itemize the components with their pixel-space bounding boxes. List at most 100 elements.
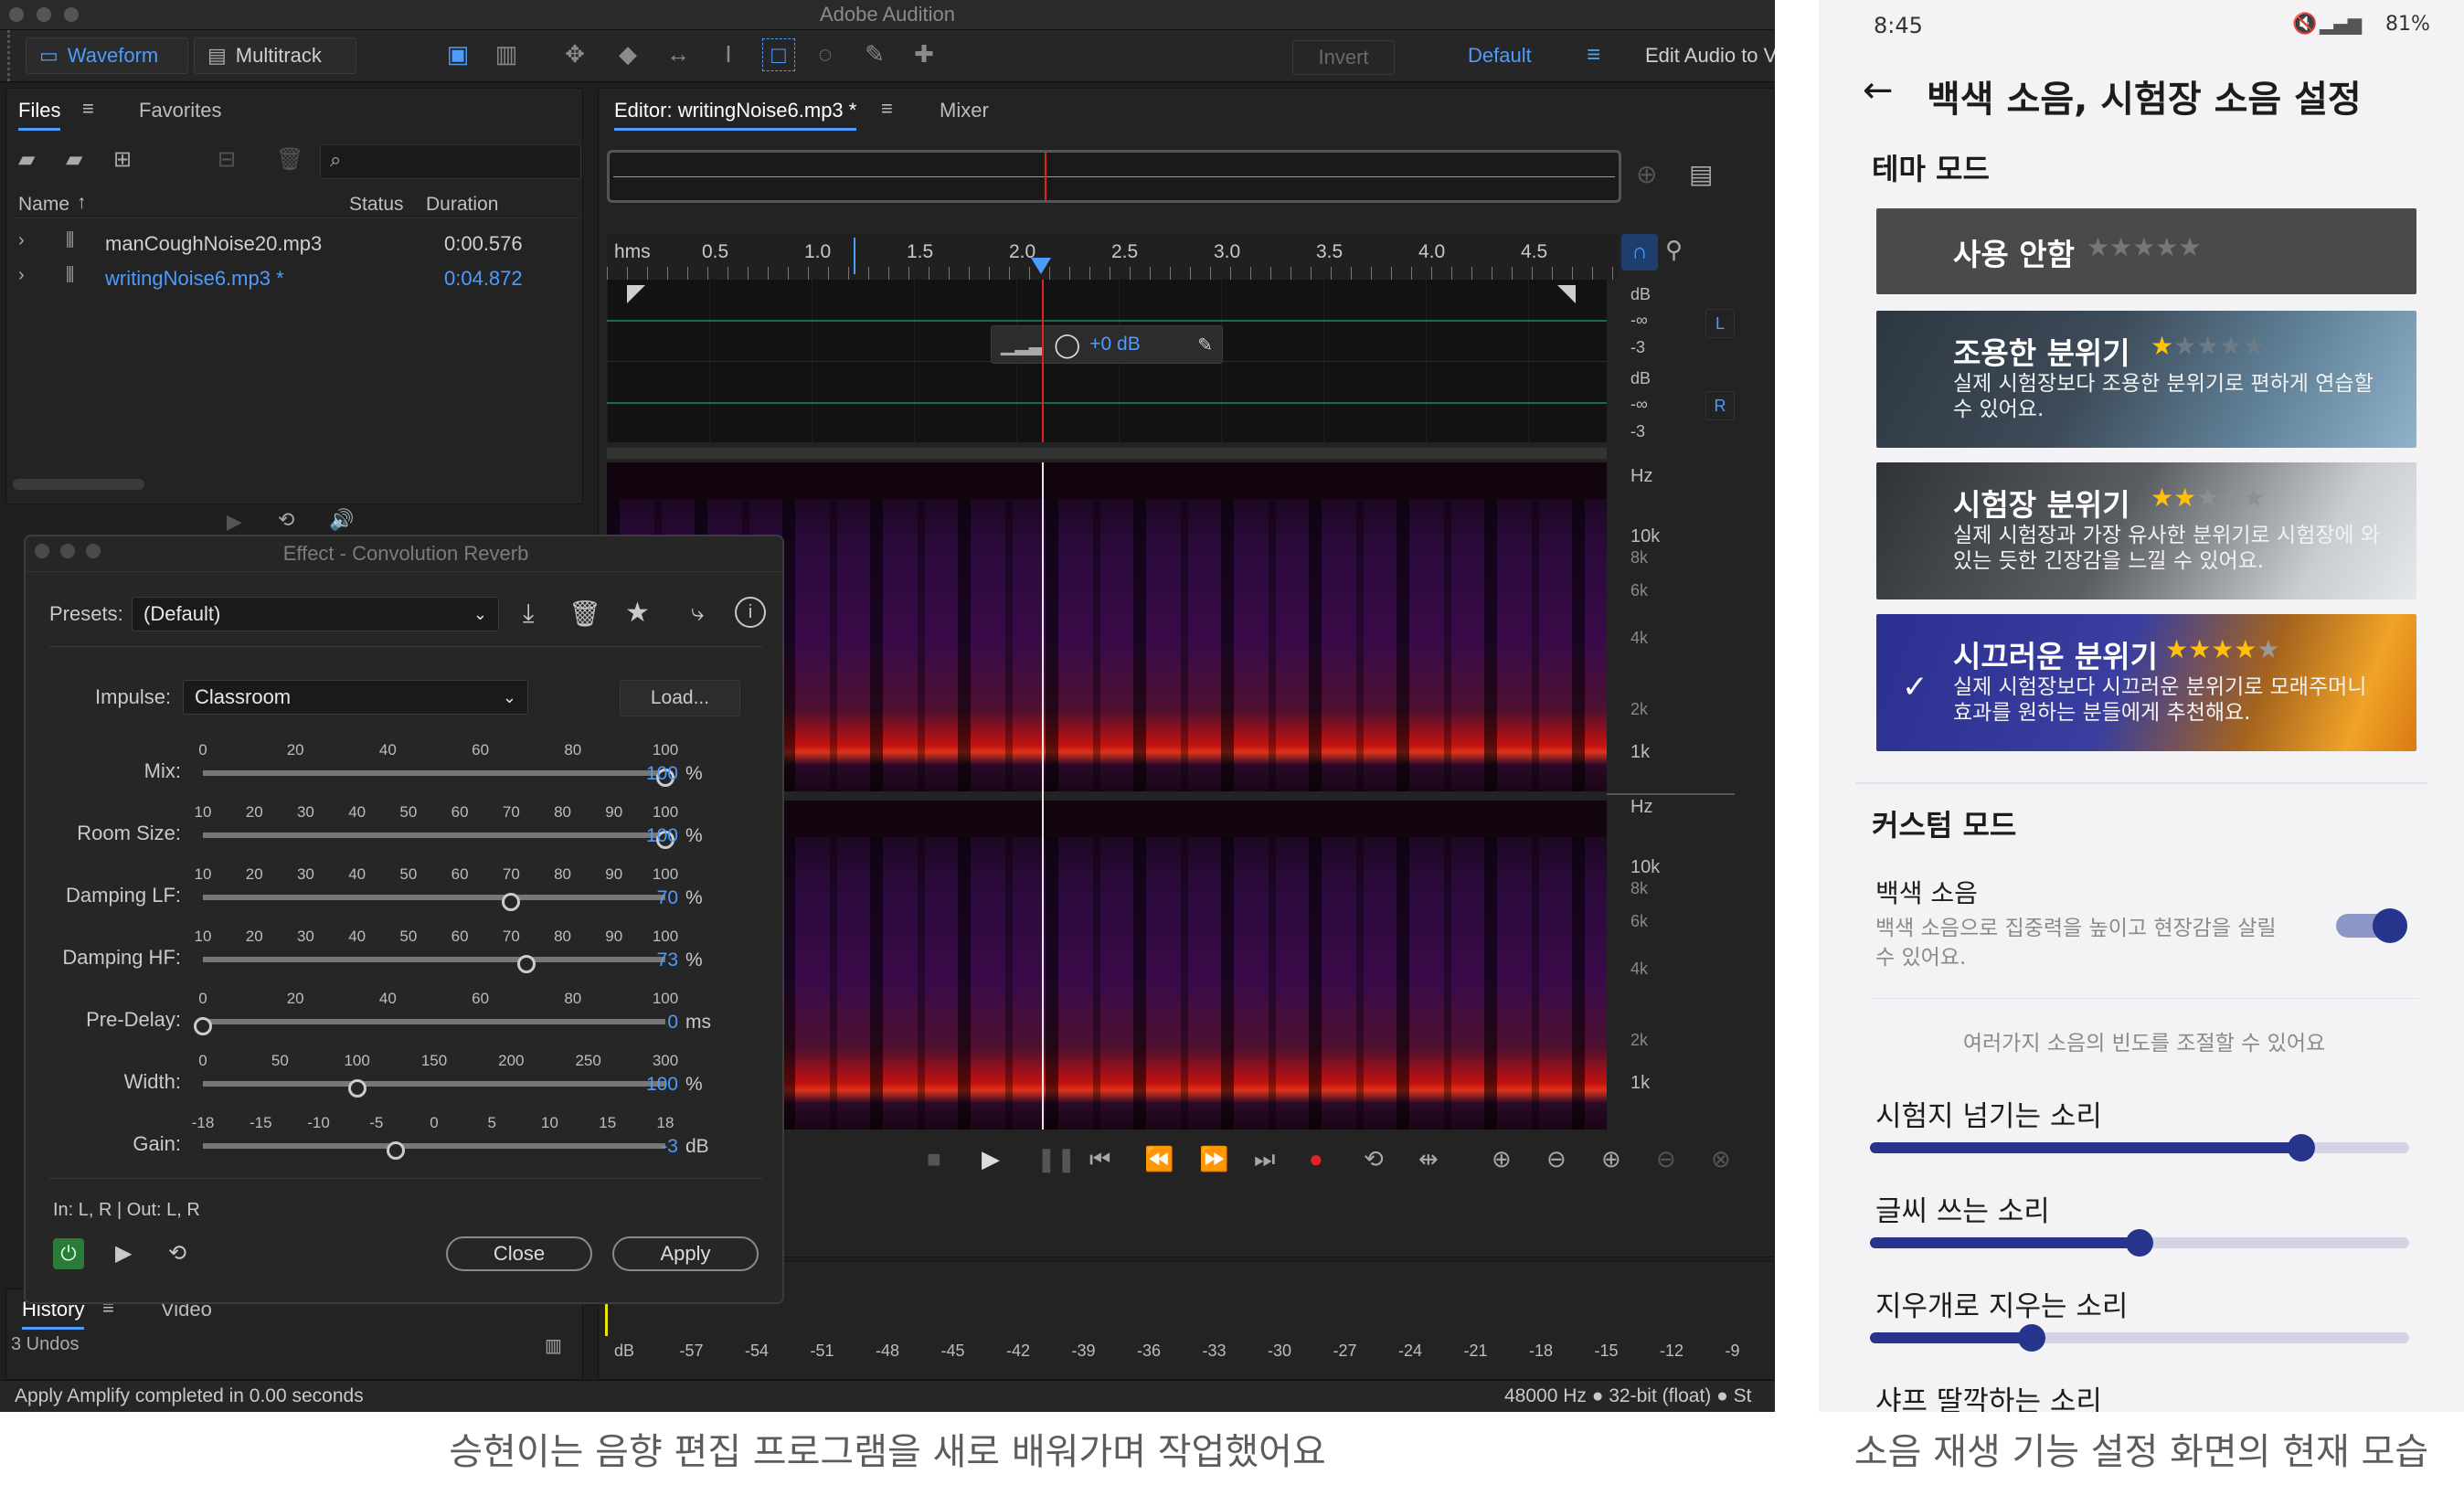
- slider-knob[interactable]: [347, 1079, 366, 1098]
- files-tab[interactable]: Files: [18, 99, 61, 131]
- waveform-display-icon[interactable]: ▣: [442, 38, 473, 69]
- playhead-marker[interactable]: [1031, 258, 1051, 274]
- waveform-view-button[interactable]: ▭ Waveform: [26, 37, 188, 74]
- sound-slider-knob[interactable]: [2288, 1134, 2315, 1161]
- slider-knob[interactable]: [517, 955, 536, 973]
- gain-knob-icon[interactable]: ◯: [1054, 331, 1080, 359]
- editor-tab[interactable]: Editor: writingNoise6.mp3 *: [614, 99, 857, 131]
- channel-l-toggle[interactable]: L: [1705, 309, 1735, 338]
- zoom-in-time-icon[interactable]: ⊕: [1601, 1145, 1621, 1173]
- gain-hud[interactable]: ▁▂▃ ◯ +0 dB ✎: [991, 325, 1223, 364]
- snap-magnet-icon[interactable]: ∩: [1621, 234, 1658, 270]
- insert-into-multitrack-icon[interactable]: ⊟: [218, 146, 236, 173]
- skip-to-end-icon[interactable]: ⏭: [1254, 1145, 1275, 1174]
- invert-button[interactable]: Invert: [1292, 40, 1395, 75]
- brush-tool-icon[interactable]: ✎: [859, 38, 890, 69]
- spot-healing-tool-icon[interactable]: ✚: [908, 38, 940, 69]
- slider-tick-label: 100: [344, 1052, 370, 1069]
- hz-label: 8k: [1630, 548, 1649, 567]
- param-value[interactable]: 70: [598, 887, 678, 909]
- param-value[interactable]: 100: [598, 825, 678, 847]
- delete-history-icon[interactable]: ▥: [545, 1334, 562, 1357]
- multitrack-view-button[interactable]: ▤ Multitrack: [194, 37, 356, 74]
- slider-track[interactable]: [203, 957, 665, 962]
- channel-r-toggle[interactable]: R: [1705, 391, 1735, 420]
- import-file-icon[interactable]: ▰: [66, 146, 82, 173]
- favorites-tab[interactable]: Favorites: [139, 99, 221, 122]
- time-ruler[interactable]: hms 0.5 1.0 1.5 2.0 2.5 3.0 3.5 4.0 4.5: [607, 234, 1618, 280]
- marker-pin-icon[interactable]: ⚲: [1665, 236, 1683, 264]
- waveform-spectral-divider[interactable]: [607, 448, 1607, 459]
- file-name[interactable]: manCoughNoise20.mp3: [105, 232, 322, 256]
- workspace-label[interactable]: Default: [1468, 44, 1532, 68]
- zoom-out-full-icon[interactable]: ⊗: [1711, 1145, 1731, 1173]
- files-horizontal-scrollbar[interactable]: [13, 479, 144, 490]
- param-value[interactable]: 0: [598, 1012, 678, 1034]
- param-value[interactable]: 100: [598, 763, 678, 785]
- slider-knob[interactable]: [502, 893, 521, 911]
- power-toggle-icon[interactable]: ⏻: [53, 1238, 84, 1269]
- preview-play-icon[interactable]: ▶: [115, 1240, 132, 1267]
- play-icon[interactable]: ▶: [982, 1145, 1000, 1173]
- slider-track[interactable]: [203, 1081, 665, 1087]
- pin-hud-icon[interactable]: ✎: [1197, 334, 1213, 356]
- duration-column-header[interactable]: Duration: [426, 194, 498, 216]
- preview-play-icon[interactable]: ▶: [227, 510, 242, 534]
- marquee-tool-icon[interactable]: □: [762, 38, 795, 71]
- spectral-display-icon[interactable]: ▥: [491, 38, 522, 69]
- slider-track[interactable]: [203, 1143, 665, 1149]
- skip-selection-icon[interactable]: ⇹: [1418, 1145, 1439, 1173]
- editor-panel-menu-icon[interactable]: ≡: [881, 97, 893, 121]
- close-button[interactable]: Close: [446, 1236, 592, 1271]
- expand-chevron-icon[interactable]: ›: [18, 230, 25, 251]
- hud-gain-value[interactable]: +0 dB: [1089, 334, 1140, 355]
- slider-tick-label: 150: [420, 1052, 448, 1069]
- move-tool-icon[interactable]: ✥: [559, 38, 590, 69]
- time-selection-tool-icon[interactable]: I: [713, 38, 744, 69]
- param-value[interactable]: -3: [598, 1136, 678, 1158]
- sound-slider-knob[interactable]: [2126, 1229, 2153, 1257]
- delete-file-icon[interactable]: 🗑: [276, 146, 303, 173]
- new-file-icon[interactable]: ⊞: [113, 146, 132, 173]
- zoom-to-selection-icon[interactable]: ⊕: [1636, 159, 1657, 189]
- razor-tool-icon[interactable]: ◆: [612, 38, 643, 69]
- stop-icon[interactable]: ■: [927, 1145, 941, 1173]
- param-value[interactable]: 100: [598, 1074, 678, 1096]
- status-column-header[interactable]: Status: [349, 194, 404, 216]
- name-column-header[interactable]: Name: [18, 194, 69, 216]
- slider-track[interactable]: [203, 833, 665, 838]
- overview-navigator[interactable]: [607, 150, 1621, 203]
- pause-icon[interactable]: ❚❚: [1036, 1145, 1077, 1173]
- apply-button[interactable]: Apply: [612, 1236, 759, 1271]
- slider-track[interactable]: [203, 895, 665, 900]
- level-meter-tick: -12: [1660, 1342, 1684, 1360]
- files-search-input[interactable]: ⌕: [320, 144, 581, 179]
- preview-volume-icon[interactable]: 🔊: [329, 508, 354, 532]
- loop-playback-icon[interactable]: ⟲: [1364, 1145, 1384, 1173]
- edit-audio-to-video-link[interactable]: Edit Audio to V: [1645, 44, 1775, 68]
- workspace-menu-icon[interactable]: ≡: [1587, 40, 1600, 69]
- zoom-out-amplitude-icon[interactable]: ⊖: [1546, 1145, 1567, 1173]
- open-file-icon[interactable]: ▰: [18, 146, 35, 173]
- files-panel-menu-icon[interactable]: ≡: [82, 97, 94, 121]
- sound-slider-knob[interactable]: [2018, 1324, 2045, 1352]
- slider-knob[interactable]: [194, 1017, 212, 1035]
- file-name-selected[interactable]: writingNoise6.mp3 *: [105, 267, 284, 291]
- slider-track[interactable]: [203, 770, 665, 776]
- slider-track[interactable]: [203, 1019, 665, 1024]
- zoom-in-amplitude-icon[interactable]: ⊕: [1492, 1145, 1512, 1173]
- preview-loop-icon[interactable]: ⟲: [278, 508, 294, 532]
- fast-forward-icon[interactable]: ⏩: [1199, 1145, 1228, 1173]
- slip-tool-icon[interactable]: ↔: [663, 38, 694, 69]
- panel-layout-icon[interactable]: ▤: [1689, 159, 1713, 189]
- lasso-tool-icon[interactable]: ◌: [810, 38, 841, 69]
- param-value[interactable]: 73: [598, 949, 678, 971]
- mixer-tab[interactable]: Mixer: [940, 99, 989, 122]
- slider-knob[interactable]: [386, 1141, 405, 1160]
- expand-chevron-icon[interactable]: ›: [18, 265, 25, 286]
- skip-to-start-icon[interactable]: ⏮: [1089, 1145, 1110, 1174]
- record-icon[interactable]: ●: [1309, 1145, 1323, 1173]
- preview-loop-icon[interactable]: ⟲: [168, 1240, 186, 1267]
- zoom-out-time-icon[interactable]: ⊖: [1656, 1145, 1676, 1173]
- rewind-icon[interactable]: ⏪: [1144, 1145, 1174, 1173]
